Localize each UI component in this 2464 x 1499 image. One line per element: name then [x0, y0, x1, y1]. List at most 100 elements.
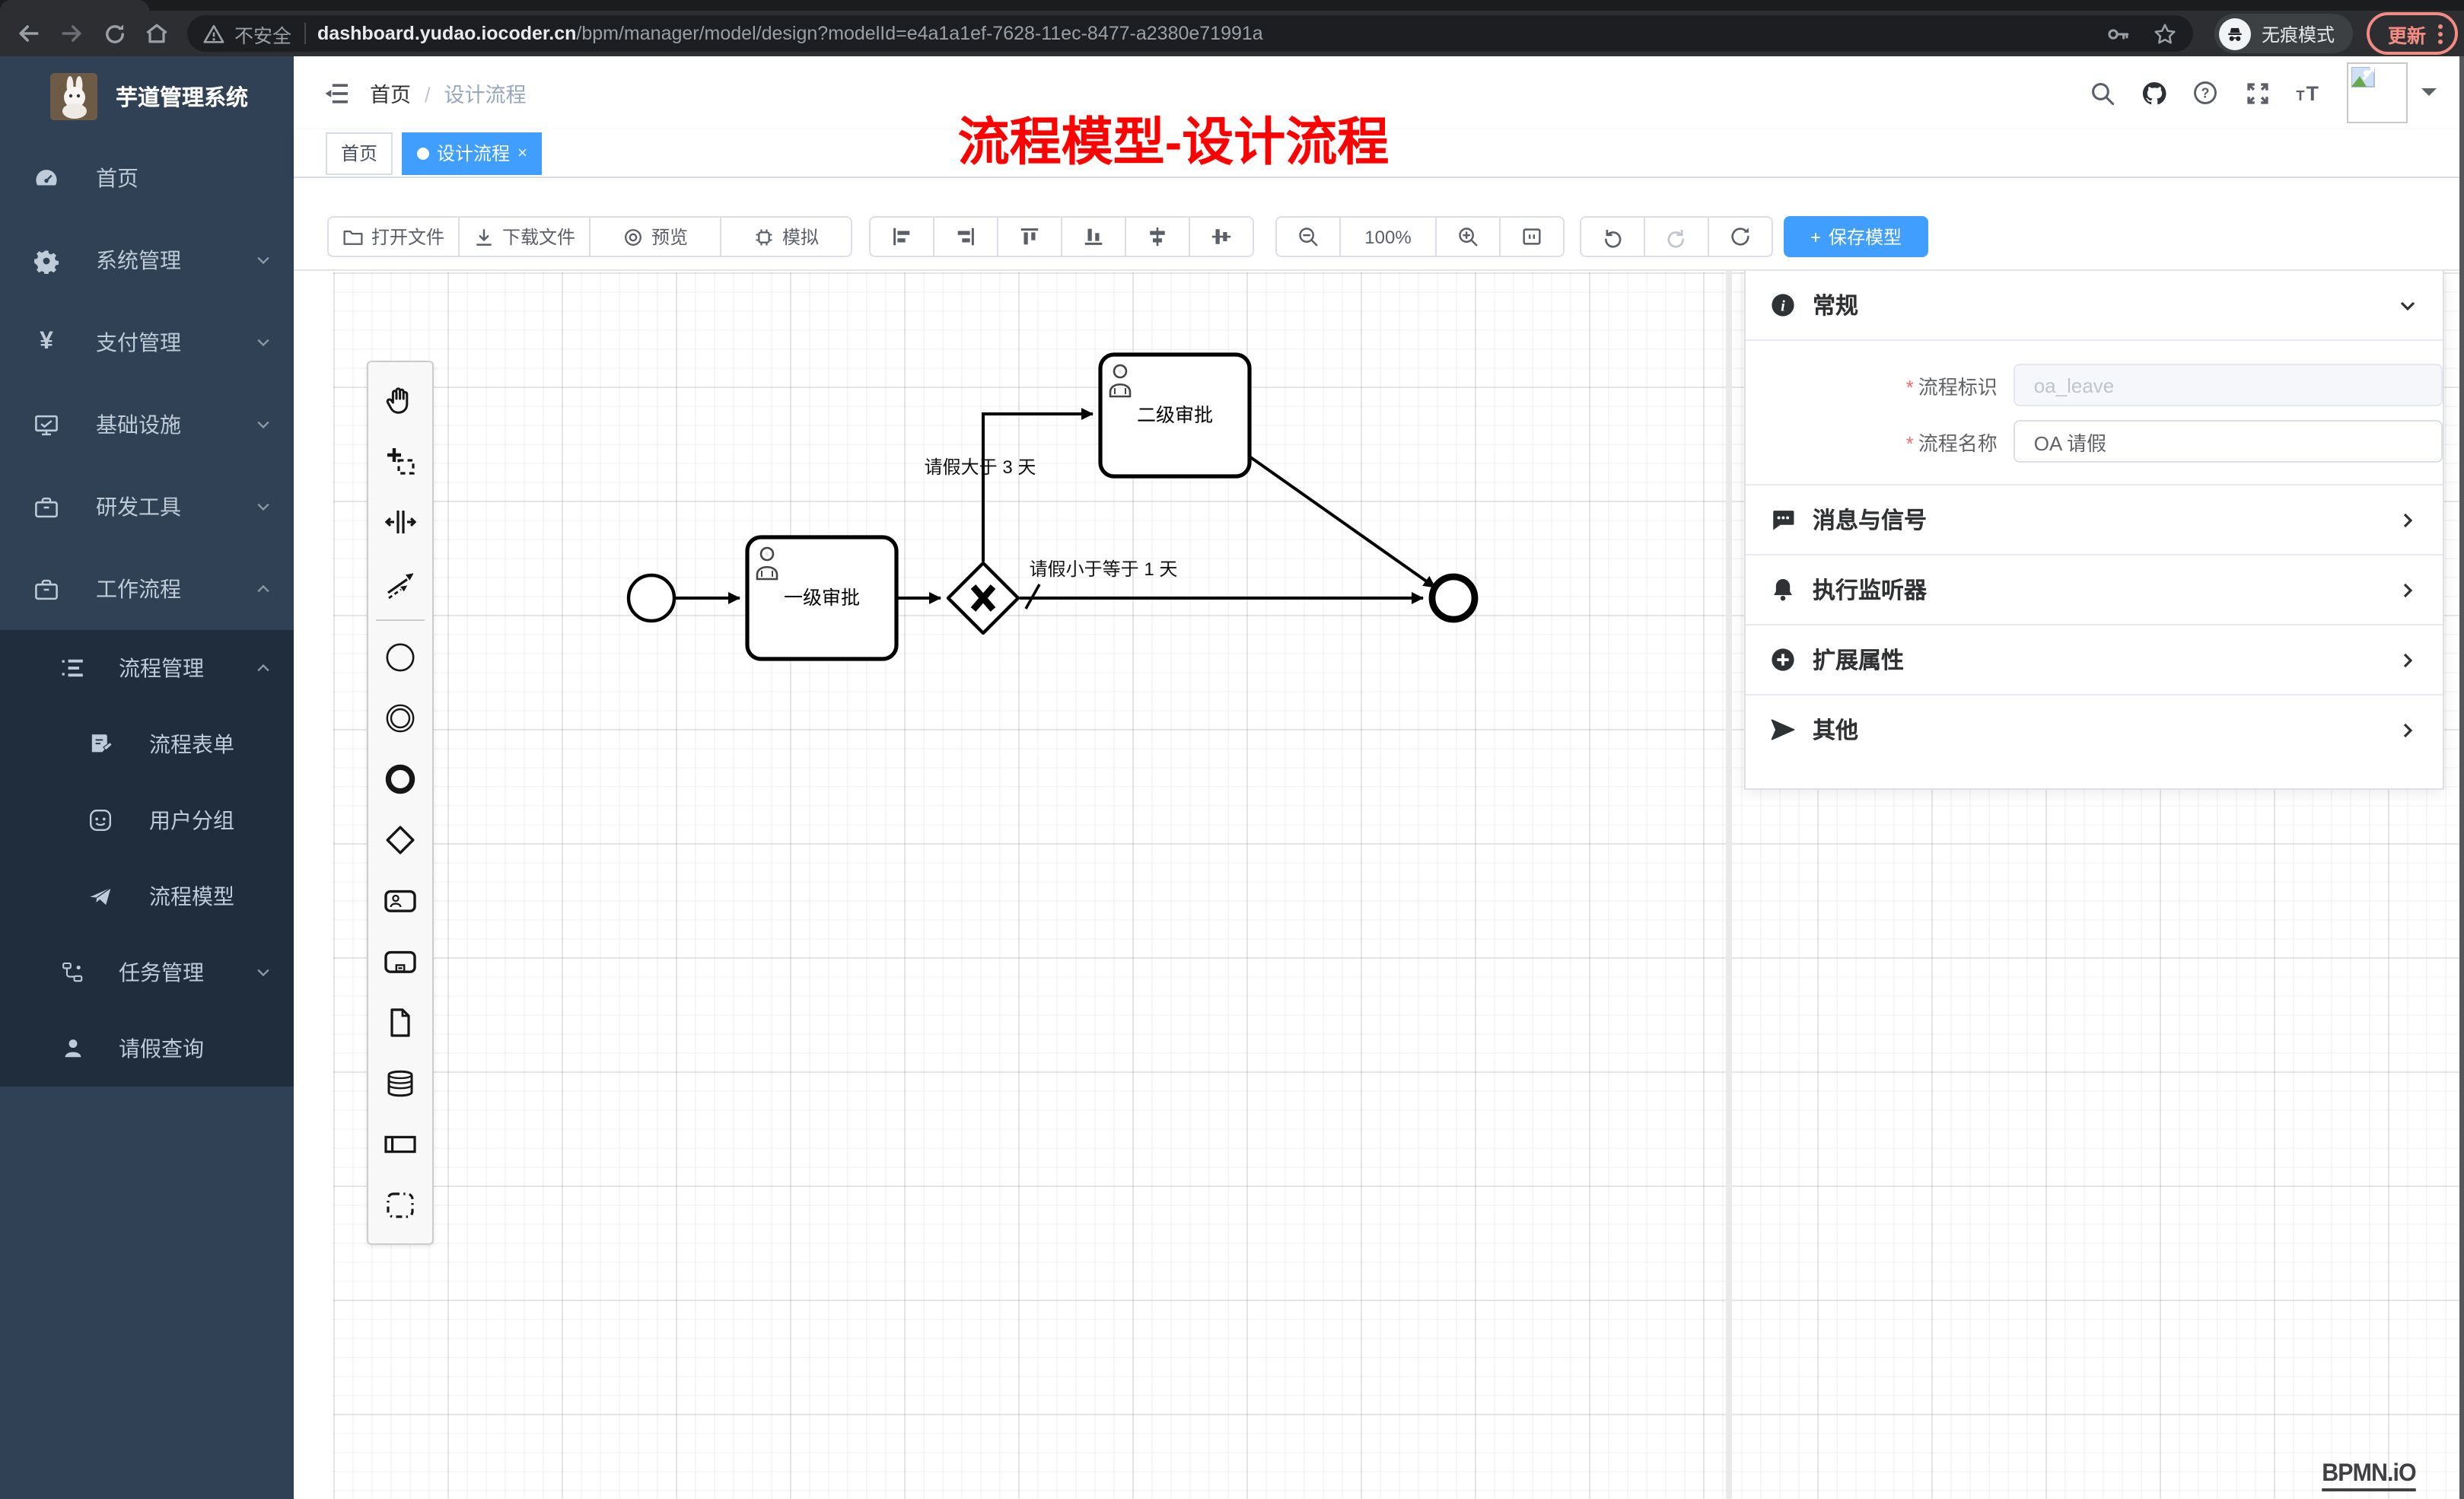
preview-button[interactable]: 预览 — [589, 216, 721, 257]
sidebar-item-process-mgmt[interactable]: 流程管理 — [0, 630, 294, 706]
sidebar-item-system[interactable]: 系统管理 — [0, 219, 294, 301]
gateway-icon[interactable] — [374, 810, 426, 870]
download-file-button[interactable]: 下载文件 — [458, 216, 591, 257]
bpmn-io-watermark[interactable]: BPMN.iO — [2322, 1461, 2415, 1491]
start-event-icon[interactable] — [374, 627, 426, 688]
chevron-down-icon — [254, 415, 272, 434]
align-center-horizontal-icon[interactable] — [1189, 216, 1254, 257]
briefcase-icon — [33, 576, 59, 602]
zoom-in-icon[interactable] — [1435, 216, 1501, 257]
process-key-input[interactable] — [2014, 364, 2443, 406]
sidebar: 芋道管理系统 首页 系统管理 ¥ 支付管理 基础设施 研发工具 工作 — [0, 56, 294, 1499]
update-button[interactable]: 更新 — [2367, 12, 2458, 55]
messages-section-header[interactable]: 消息与信号 — [1746, 485, 2443, 554]
section-title: 消息与信号 — [1813, 504, 2380, 536]
forward-icon[interactable] — [50, 12, 93, 55]
listeners-section-header[interactable]: 执行监听器 — [1746, 555, 2443, 624]
back-icon[interactable] — [8, 12, 50, 55]
fit-viewport-icon[interactable] — [1499, 216, 1565, 257]
undo-icon[interactable] — [1580, 216, 1645, 257]
bpmn-canvas[interactable]: 请假大于 3 天 请假小于等于 1 天 一级审批 — [294, 269, 2464, 1499]
sidebar-item-workflow[interactable]: 工作流程 — [0, 548, 294, 630]
fullscreen-icon[interactable] — [2231, 56, 2283, 129]
align-bottom-icon[interactable] — [1061, 216, 1126, 257]
font-size-icon[interactable]: TT — [2283, 56, 2335, 129]
url-text[interactable]: dashboard.yudao.iocoder.cn/bpm/manager/m… — [317, 23, 2105, 44]
general-section-header[interactable]: i 常规 — [1746, 271, 2443, 339]
sidebar-item-home[interactable]: 首页 — [0, 137, 294, 219]
github-icon[interactable] — [2128, 56, 2179, 129]
sidebar-item-task-mgmt[interactable]: 任务管理 — [0, 934, 294, 1010]
info-icon: i — [1770, 292, 1796, 318]
browser-toolbar: 不安全 dashboard.yudao.iocoder.cn/bpm/manag… — [0, 11, 2464, 56]
user-task-icon[interactable] — [374, 870, 426, 931]
breadcrumb-home[interactable]: 首页 — [370, 84, 411, 107]
process-name-input[interactable] — [2014, 420, 2443, 463]
open-file-button[interactable]: 打开文件 — [327, 216, 460, 257]
avatar-dropdown-caret[interactable] — [2421, 88, 2437, 103]
user-icon — [61, 1036, 85, 1061]
sidebar-item-label: 流程模型 — [149, 881, 272, 912]
sidebar-item-label: 用户分组 — [149, 805, 272, 835]
sidebar-item-label: 研发工具 — [96, 492, 218, 522]
avatar[interactable] — [2347, 62, 2408, 123]
monitor-icon — [33, 412, 59, 438]
browser-menu-icon[interactable] — [2438, 24, 2443, 43]
search-icon[interactable] — [2076, 56, 2128, 129]
close-icon[interactable]: × — [517, 144, 527, 162]
other-section-header[interactable]: 其他 — [1746, 695, 2443, 764]
global-connect-tool-icon[interactable] — [374, 552, 426, 613]
zoom-out-icon[interactable] — [1275, 216, 1341, 257]
end-event-icon[interactable] — [374, 749, 426, 810]
sidebar-item-payment[interactable]: ¥ 支付管理 — [0, 301, 294, 384]
simulate-button[interactable]: 模拟 — [720, 216, 852, 257]
align-center-vertical-icon[interactable] — [1125, 216, 1190, 257]
data-store-icon[interactable] — [374, 1053, 426, 1114]
hamburger-icon[interactable] — [323, 80, 352, 106]
plus-icon: + — [1810, 226, 1821, 247]
browser-active-tab[interactable] — [0, 0, 149, 11]
save-model-button[interactable]: + 保存模型 — [1784, 216, 1928, 257]
align-top-icon[interactable] — [997, 216, 1062, 257]
participant-icon[interactable] — [374, 1114, 426, 1175]
subprocess-icon[interactable] — [374, 931, 426, 992]
data-object-icon[interactable] — [374, 992, 426, 1053]
security-label[interactable]: 不安全 — [234, 19, 291, 48]
incognito-badge: 无痕模式 — [2214, 14, 2353, 53]
sidebar-item-process-model[interactable]: 流程模型 — [0, 858, 294, 934]
group-icon[interactable] — [374, 1175, 426, 1236]
send-icon — [1770, 717, 1796, 743]
intermediate-event-icon[interactable] — [374, 688, 426, 749]
password-key-icon[interactable] — [2105, 21, 2131, 46]
extensions-section-header[interactable]: 扩展属性 — [1746, 625, 2443, 694]
panel-resize-divider[interactable] — [1726, 271, 1732, 1499]
hand-tool-icon[interactable] — [374, 370, 426, 431]
zoom-level-display[interactable]: 100% — [1339, 216, 1437, 257]
lasso-tool-icon[interactable] — [374, 431, 426, 492]
sidebar-item-label: 任务管理 — [119, 957, 221, 988]
redo-icon[interactable] — [1644, 216, 1709, 257]
tag-home[interactable]: 首页 — [326, 132, 393, 174]
face-icon — [88, 808, 113, 832]
help-icon[interactable]: ? — [2179, 56, 2231, 129]
workflow-submenu: 流程管理 流程表单 用户分组 流程模型 任务管理 请假 — [0, 630, 294, 1087]
sidebar-item-leave-query[interactable]: 请假查询 — [0, 1010, 294, 1087]
sidebar-item-user-group[interactable]: 用户分组 — [0, 782, 294, 858]
preview-icon — [622, 226, 644, 247]
sidebar-item-devtools[interactable]: 研发工具 — [0, 466, 294, 548]
folder-icon — [342, 226, 364, 247]
home-icon[interactable] — [135, 12, 178, 55]
restart-icon[interactable] — [1708, 216, 1773, 257]
space-tool-icon[interactable] — [374, 492, 426, 552]
bookmark-star-icon[interactable] — [2152, 21, 2178, 46]
app-logo: 芋道管理系统 — [0, 56, 294, 137]
logo-image — [50, 73, 97, 120]
message-icon — [1770, 507, 1796, 533]
reload-icon[interactable] — [93, 12, 135, 55]
align-left-icon[interactable] — [869, 216, 934, 257]
url-bar[interactable]: 不安全 dashboard.yudao.iocoder.cn/bpm/manag… — [187, 15, 2193, 52]
tag-design-process[interactable]: 设计流程 × — [402, 132, 543, 174]
sidebar-item-process-form[interactable]: 流程表单 — [0, 706, 294, 782]
sidebar-item-infra[interactable]: 基础设施 — [0, 384, 294, 466]
align-right-icon[interactable] — [933, 216, 998, 257]
